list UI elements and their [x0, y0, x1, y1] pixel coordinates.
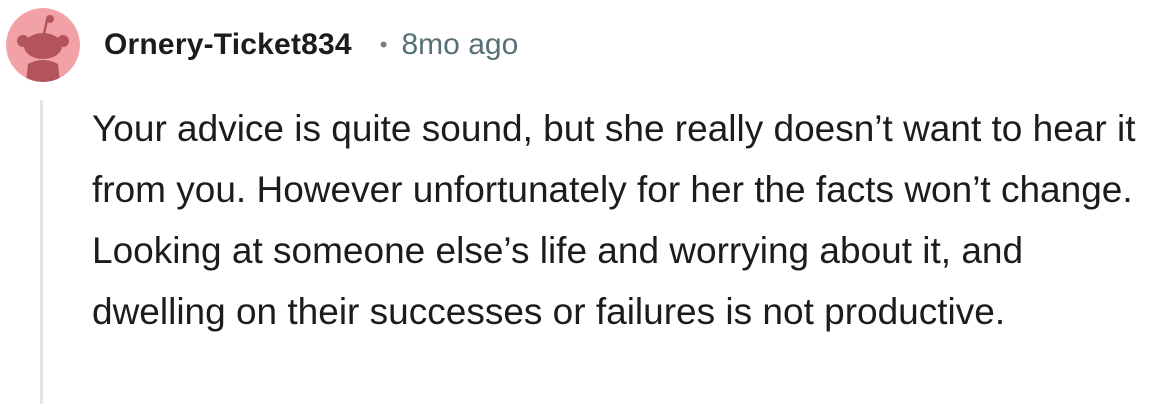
thread-line[interactable] [40, 100, 43, 404]
comment-header: Ornery-Ticket834 • 8mo ago [104, 24, 518, 66]
reddit-snoo-avatar-icon [6, 8, 80, 82]
user-avatar[interactable] [6, 8, 80, 82]
timestamp[interactable]: 8mo ago [402, 28, 519, 62]
username-link[interactable]: Ornery-Ticket834 [104, 28, 352, 62]
separator-dot: • [379, 32, 388, 57]
comment-body: Your advice is quite sound, but she real… [92, 108, 1136, 332]
comment: Ornery-Ticket834 • 8mo ago Your advice i… [0, 0, 1160, 404]
